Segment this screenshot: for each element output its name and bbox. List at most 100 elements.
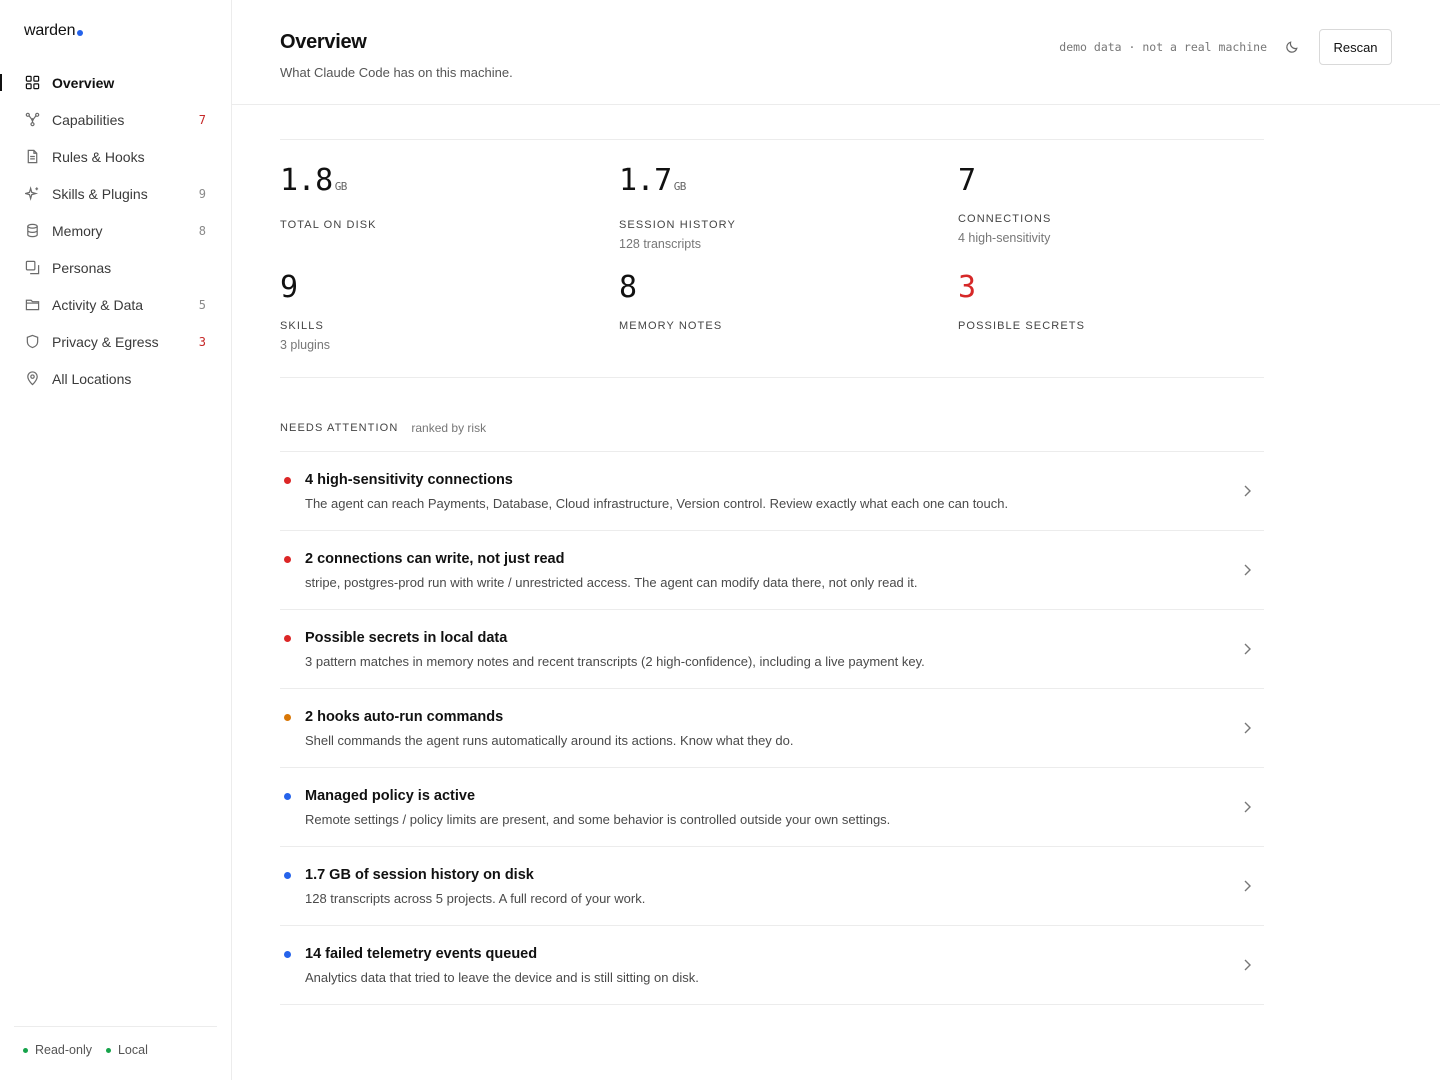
attention-item-description: Shell commands the agent runs automatica… xyxy=(305,733,794,748)
stat-number: 3 xyxy=(958,270,976,305)
chevron-right-icon xyxy=(1242,721,1252,735)
stat-unit: GB xyxy=(334,180,348,193)
attention-item-title: Possible secrets in local data xyxy=(305,630,508,646)
stat-value: 9 xyxy=(280,270,619,306)
chevron-right-icon xyxy=(1242,642,1252,656)
sidebar-item-rules-hooks[interactable]: Rules & Hooks xyxy=(0,138,231,175)
sidebar-item-memory[interactable]: Memory 8 xyxy=(0,212,231,249)
chevron-right-icon xyxy=(1242,563,1252,577)
stat-connections: 7 CONNECTIONS 4 high-sensitivity xyxy=(958,163,1264,269)
attention-item[interactable]: 2 hooks auto-run commands Shell commands … xyxy=(280,689,1264,768)
sidebar-item-skills-plugins[interactable]: Skills & Plugins 9 xyxy=(0,175,231,212)
stat-number: 1.8 xyxy=(280,163,333,198)
sidebar-item-capabilities[interactable]: Capabilities 7 xyxy=(0,101,231,138)
sidebar-item-privacy-egress[interactable]: Privacy & Egress 3 xyxy=(0,323,231,360)
stat-label: SESSION HISTORY xyxy=(619,219,736,231)
chevron-right-icon xyxy=(1242,484,1252,498)
sidebar: warden Overview Capabilities 7 Rules & Hook… xyxy=(0,0,232,1080)
attention-item-title: 1.7 GB of session history on disk xyxy=(305,867,534,883)
attention-item-title: 14 failed telemetry events queued xyxy=(305,946,538,962)
stat-sub: 3 plugins xyxy=(280,338,331,352)
sparkle-icon xyxy=(25,186,40,201)
chevron-right-icon xyxy=(1242,800,1252,814)
sidebar-item-label: All Locations xyxy=(52,370,132,387)
sidebar-nav: Overview Capabilities 7 Rules & Hooks Skills… xyxy=(0,64,231,397)
sidebar-item-all-locations[interactable]: All Locations xyxy=(0,360,231,397)
attention-item-description: 3 pattern matches in memory notes and re… xyxy=(305,654,925,669)
sidebar-item-count: 5 xyxy=(198,297,206,312)
page-subtitle: What Claude Code has on this machine. xyxy=(280,65,513,80)
stats-grid: 1.8 GB TOTAL ON DISK 1.7 GB SESSION HISTORY 12… xyxy=(280,139,1264,378)
attention-header: NEEDS ATTENTION ranked by risk xyxy=(280,420,1264,452)
stat-memory-notes: 8 MEMORY NOTES xyxy=(619,270,958,376)
attention-item[interactable]: 4 high-sensitivity connections The agent … xyxy=(280,452,1264,531)
severity-high-dot-icon xyxy=(284,556,291,563)
attention-item-title: 2 connections can write, not just read xyxy=(305,551,565,567)
status-local: Local xyxy=(105,1043,148,1057)
rescan-button[interactable]: Rescan xyxy=(1319,29,1392,65)
grid-icon xyxy=(25,75,40,90)
stat-number: 9 xyxy=(280,270,298,305)
stat-value: 1.8 GB xyxy=(280,163,619,205)
database-icon xyxy=(25,223,40,238)
shield-icon xyxy=(25,334,40,349)
attention-item-description: Analytics data that tried to leave the d… xyxy=(305,970,699,985)
sidebar-item-label: Skills & Plugins xyxy=(52,185,148,202)
stat-skills: 9 SKILLS 3 plugins xyxy=(280,270,619,376)
severity-medium-dot-icon xyxy=(284,714,291,721)
attention-item-description: The agent can reach Payments, Database, … xyxy=(305,496,1009,511)
brand-dot xyxy=(77,30,84,36)
sidebar-item-label: Rules & Hooks xyxy=(52,148,145,165)
sidebar-item-count: 3 xyxy=(198,334,206,349)
sidebar-item-activity-data[interactable]: Activity & Data 5 xyxy=(0,286,231,323)
folder-icon xyxy=(25,297,40,312)
app-window: warden Overview Capabilities 7 Rules & Hook… xyxy=(0,0,1440,1080)
attention-item[interactable]: 2 connections can write, not just read st… xyxy=(280,531,1264,610)
chevron-right-icon xyxy=(1242,879,1252,893)
sidebar-item-label: Overview xyxy=(52,74,115,91)
attention-subtitle: ranked by risk xyxy=(411,421,487,435)
attention-item-description: Remote settings / policy limits are pres… xyxy=(305,812,891,827)
attention-item-title: 4 high-sensitivity connections xyxy=(305,472,513,488)
sidebar-item-count: 8 xyxy=(198,223,206,238)
pin-icon xyxy=(25,371,40,386)
attention-item[interactable]: 1.7 GB of session history on disk 128 tra… xyxy=(280,847,1264,926)
sidebar-item-label: Capabilities xyxy=(52,111,125,128)
stat-label: POSSIBLE SECRETS xyxy=(958,320,1086,332)
sidebar-item-label: Activity & Data xyxy=(52,296,144,313)
stat-value: 3 xyxy=(958,270,1264,306)
attention-item[interactable]: Possible secrets in local data 3 pattern … xyxy=(280,610,1264,689)
severity-info-dot-icon xyxy=(284,872,291,879)
demo-data-note: demo data · not a real machine xyxy=(1059,40,1267,54)
severity-high-dot-icon xyxy=(284,477,291,484)
stat-label: SKILLS xyxy=(280,320,324,332)
sidebar-item-label: Memory xyxy=(52,222,103,239)
status-dot-icon xyxy=(105,1047,111,1053)
chevron-right-icon xyxy=(1242,958,1252,972)
stat-label: CONNECTIONS xyxy=(958,213,1052,225)
sidebar-item-count: 7 xyxy=(198,112,206,127)
status-local-label: Local xyxy=(117,1043,148,1057)
attention-item-title: 2 hooks auto-run commands xyxy=(305,709,504,725)
attention-item[interactable]: 14 failed telemetry events queued Analyti… xyxy=(280,926,1264,1005)
stat-value: 7 xyxy=(958,163,1264,199)
attention-item-title: Managed policy is active xyxy=(305,788,476,804)
sidebar-item-label: Personas xyxy=(52,259,112,276)
attention-item[interactable]: Managed policy is active Remote settings … xyxy=(280,768,1264,847)
stat-total-on-disk: 1.8 GB TOTAL ON DISK xyxy=(280,163,619,269)
sidebar-item-overview[interactable]: Overview xyxy=(0,64,231,101)
page-title: Overview xyxy=(280,31,367,53)
stat-sub: 4 high-sensitivity xyxy=(958,231,1051,245)
stat-number: 7 xyxy=(958,163,976,198)
attention-title: NEEDS ATTENTION xyxy=(280,422,399,434)
main-content: 1.8 GB TOTAL ON DISK 1.7 GB SESSION HISTORY 12… xyxy=(280,139,1264,1005)
stat-value: 1.7 GB xyxy=(619,163,958,205)
nodes-icon xyxy=(25,112,40,127)
stat-number: 8 xyxy=(619,270,637,305)
stat-label: TOTAL ON DISK xyxy=(280,219,377,231)
stat-number: 1.7 xyxy=(619,163,672,198)
moon-icon[interactable] xyxy=(1284,39,1300,55)
cards-icon xyxy=(25,260,40,275)
sidebar-item-personas[interactable]: Personas xyxy=(0,249,231,286)
brand-logo[interactable]: warden xyxy=(24,22,84,40)
